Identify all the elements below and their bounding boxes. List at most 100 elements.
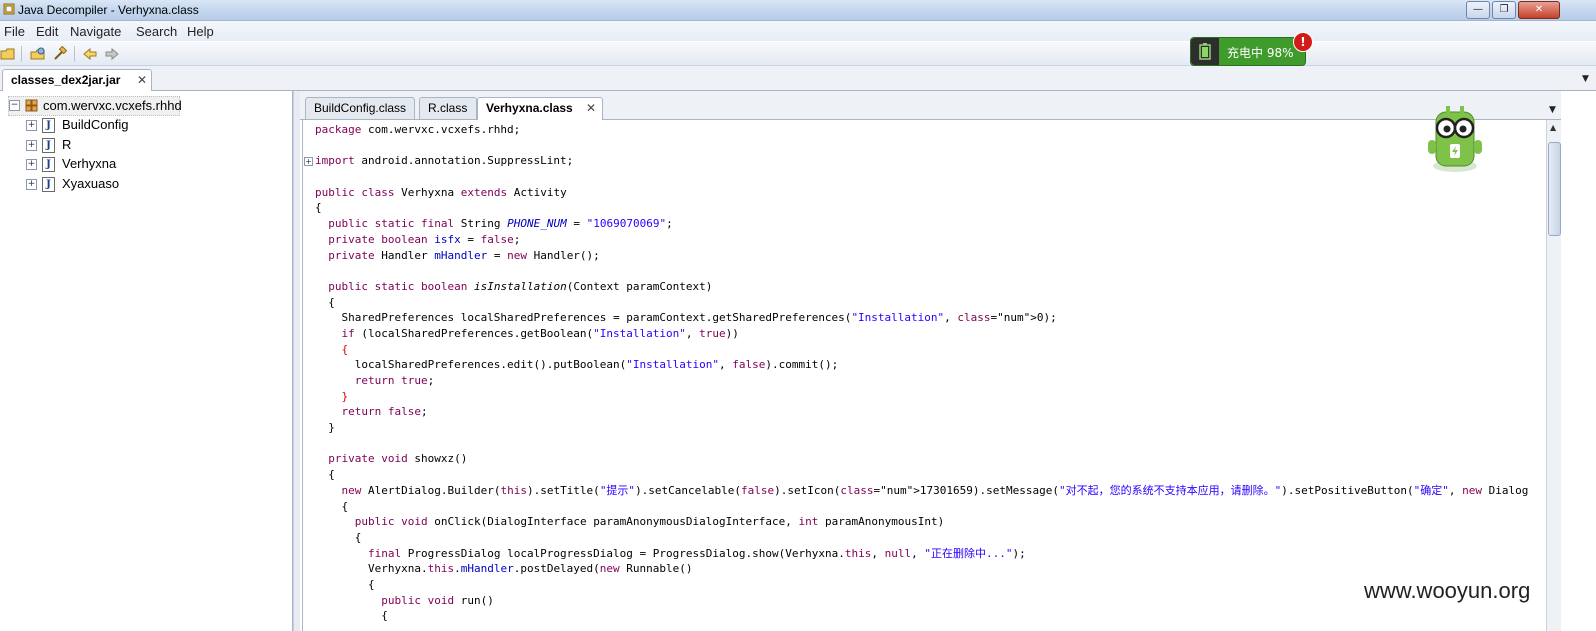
code-line: final ProgressDialog localProgressDialog… — [367, 546, 1026, 560]
tab-list-dropdown-icon[interactable]: ▼ — [1582, 74, 1589, 84]
tree-item-buildconfig[interactable]: + J BuildConfig — [26, 116, 226, 134]
tree-item-label: Verhyxna — [62, 156, 117, 171]
close-button[interactable]: ✕ — [1518, 1, 1560, 19]
tree-item-label: Xyaxuaso — [62, 176, 120, 191]
source-code: package com.wervxc.vcxefs.rhhd; import a… — [315, 122, 1528, 624]
menu-navigate[interactable]: Navigate — [70, 24, 121, 39]
menu-search[interactable]: Search — [136, 24, 177, 39]
code-editor[interactable]: + package com.wervxc.vcxefs.rhhd; import… — [302, 120, 1547, 631]
code-line: { — [315, 201, 322, 215]
tab-verhyxna-class[interactable]: Verhyxna.class ✕ — [477, 97, 603, 120]
search-hammer-icon[interactable] — [52, 46, 68, 62]
expand-icon[interactable]: + — [26, 179, 37, 190]
code-line: { — [341, 342, 349, 356]
minimize-button[interactable]: — — [1466, 1, 1490, 19]
watermark: www.wooyun.org — [1364, 578, 1531, 603]
code-line: SharedPreferences localSharedPreferences… — [315, 311, 1057, 325]
java-class-icon: J — [42, 177, 55, 192]
menu-bar: File Edit Navigate Search Help — [0, 21, 1596, 41]
package-label: com.wervxc.vcxefs.rhhd — [43, 98, 182, 113]
java-class-icon: J — [42, 118, 55, 133]
java-decompiler-app-icon — [3, 3, 15, 15]
menu-edit[interactable]: Edit — [36, 24, 58, 39]
charging-label: 充电中 98% — [1227, 46, 1294, 60]
back-arrow-icon[interactable] — [82, 46, 98, 62]
code-line: new AlertDialog.Builder(this).setTitle("… — [341, 483, 1529, 497]
scroll-up-arrow-icon[interactable]: ▲ — [1550, 123, 1556, 132]
code-line: private Handler mHandler = new Handler()… — [328, 248, 600, 262]
toolbar — [0, 42, 1596, 66]
tab-buildconfig-class[interactable]: BuildConfig.class — [305, 97, 415, 119]
java-class-icon: J — [42, 157, 55, 172]
tab-label: Verhyxna.class — [486, 101, 573, 115]
code-line: return false; — [341, 405, 428, 419]
code-line: public void onClick(DialogInterface para… — [354, 515, 945, 529]
code-line: { — [315, 468, 335, 482]
package-tree: − com.wervxc.vcxefs.rhhd + J BuildConfig… — [0, 91, 293, 631]
title-bar: Java Decompiler - Verhyxna.class — ❐ ✕ — [0, 0, 1596, 21]
code-line: package com.wervxc.vcxefs.rhhd; — [315, 123, 521, 136]
green-robot-mascot-icon[interactable] — [1424, 104, 1486, 176]
tab-label: BuildConfig.class — [314, 101, 407, 115]
tab-classes-dex2jar[interactable]: classes_dex2jar.jar ✕ — [2, 69, 152, 91]
expand-icon[interactable]: + — [26, 159, 37, 170]
right-margin — [1561, 91, 1596, 631]
code-line: public static final String PHONE_NUM = "… — [328, 217, 673, 231]
toolbar-separator — [74, 46, 75, 62]
pane-splitter[interactable] — [293, 91, 300, 631]
jar-tab-strip: classes_dex2jar.jar ✕ ▼ — [0, 66, 1596, 91]
tree-item-xyaxuaso[interactable]: + J Xyaxuaso — [26, 175, 226, 193]
code-line: { — [315, 499, 349, 513]
code-line: if (localSharedPreferences.getBoolean("I… — [341, 326, 739, 340]
tree-item-label: R — [62, 137, 72, 152]
charging-notification[interactable]: 充电中 98% ! — [1190, 32, 1313, 66]
open-folder-icon[interactable] — [0, 46, 16, 62]
toolbar-separator — [21, 46, 22, 62]
menu-file[interactable]: File — [4, 24, 25, 39]
battery-icon — [1199, 43, 1211, 60]
expand-icon[interactable]: + — [26, 120, 37, 131]
alert-badge: ! — [1293, 32, 1313, 52]
tab-label: R.class — [428, 101, 468, 115]
java-class-icon: J — [42, 138, 55, 153]
menu-help[interactable]: Help — [187, 24, 214, 39]
tree-item-label: BuildConfig — [62, 117, 129, 132]
editor-gutter: + — [303, 120, 313, 631]
tab-close-icon[interactable]: ✕ — [586, 101, 596, 115]
code-line: public static boolean isInstallation(Con… — [328, 279, 713, 293]
expand-icon[interactable]: + — [26, 140, 37, 151]
window-title: Java Decompiler - Verhyxna.class — [18, 3, 199, 17]
scrollbar-thumb[interactable] — [1548, 142, 1561, 236]
code-line: import android.annotation.SuppressLint; — [315, 154, 574, 168]
code-line: private void showxz() — [328, 452, 468, 466]
code-line: { — [315, 609, 388, 623]
code-line: } — [341, 389, 349, 403]
tab-label: classes_dex2jar.jar — [11, 73, 121, 87]
code-line: Verhyxna.this.mHandler.postDelayed(new R… — [315, 562, 693, 576]
code-line: return true; — [354, 374, 435, 387]
battery-icon-box — [1191, 38, 1219, 65]
tree-package-node[interactable]: − com.wervxc.vcxefs.rhhd — [8, 96, 182, 116]
open-type-icon[interactable] — [30, 46, 46, 62]
code-line: { — [315, 295, 335, 309]
code-line: private boolean isfx = false; — [328, 232, 521, 246]
forward-arrow-icon[interactable] — [104, 46, 120, 62]
vertical-scrollbar[interactable]: ▲ — [1546, 120, 1561, 631]
collapse-icon[interactable]: − — [9, 100, 20, 111]
code-line: public void run() — [381, 593, 494, 607]
tab-r-class[interactable]: R.class — [419, 97, 477, 119]
editor-tab-strip: BuildConfig.class R.class Verhyxna.class… — [300, 91, 1596, 120]
maximize-button[interactable]: ❐ — [1492, 1, 1516, 19]
fold-expand-icon[interactable]: + — [304, 157, 313, 166]
code-line: localSharedPreferences.edit().putBoolean… — [315, 358, 839, 372]
code-line: public class Verhyxna extends Activity — [315, 185, 567, 199]
tree-item-r[interactable]: + J R — [26, 136, 226, 154]
tab-close-icon[interactable]: ✕ — [137, 73, 147, 87]
editor-tab-list-dropdown-icon[interactable]: ▼ — [1549, 105, 1556, 115]
tree-item-verhyxna[interactable]: + J Verhyxna — [26, 155, 226, 173]
package-icon — [25, 99, 38, 112]
code-line: { — [315, 577, 375, 591]
